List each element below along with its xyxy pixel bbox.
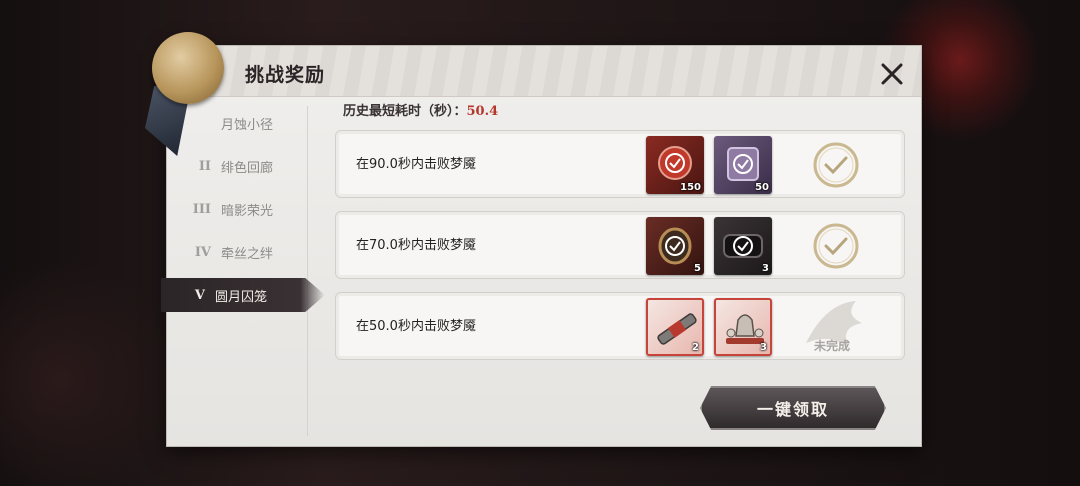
challenge-label: 在50.0秒内击败梦魇 (356, 319, 476, 334)
sidebar-item-stage-4[interactable]: IV 牵丝之绊 (167, 235, 307, 269)
challenge-row: 在70.0秒内击败梦魇 5 3 (335, 211, 905, 279)
reward-item[interactable]: 150 (646, 136, 704, 194)
sidebar-item-stage-5[interactable]: V 圆月囚笼 (161, 278, 325, 312)
stage-label: 牵丝之绊 (221, 246, 274, 262)
reward-count: 150 (680, 182, 701, 193)
reward-count: 3 (762, 263, 769, 274)
stage-sidebar: 月蚀小径 II 绯色回廊 III 暗影荣光 IV 牵丝之绊 V 圆月囚笼 (161, 106, 325, 436)
reward-count: 5 (694, 263, 701, 274)
stage-label: 月蚀小径 (221, 117, 274, 133)
stage-number: II (198, 158, 211, 174)
wax-seal-icon (152, 32, 224, 104)
reward-item[interactable]: 3 (714, 217, 772, 275)
dialog-header: 挑战奖励 (145, 32, 921, 156)
challenge-label: 在90.0秒内击败梦魇 (356, 157, 476, 172)
stage-label: 暗影荣光 (221, 203, 274, 219)
stage-number: V (194, 287, 205, 303)
challenge-row: 在50.0秒内击败梦魇 2 3 未完成 (335, 292, 905, 360)
status-text: 未完成 (814, 339, 851, 353)
sidebar-item-stage-2[interactable]: II 绯色回廊 (167, 149, 307, 183)
stage-number: III (192, 201, 211, 217)
reward-item[interactable]: 3 (714, 298, 772, 356)
stage-label: 绯色回廊 (221, 160, 274, 176)
reward-count: 3 (760, 342, 767, 353)
stage-label: 圆月囚笼 (215, 289, 268, 305)
challenge-label: 在70.0秒内击败梦魇 (356, 238, 476, 253)
sidebar-item-stage-3[interactable]: III 暗影荣光 (167, 192, 307, 226)
challenge-rewards-dialog: 挑战奖励 月蚀小径 II 绯色回廊 III 暗影荣光 IV 牵丝之绊 V 圆月囚… (145, 32, 921, 446)
best-time-label: 历史最短耗时（秒）： (343, 104, 467, 119)
best-time-value: 50.4 (466, 104, 499, 119)
reward-item[interactable]: 2 (646, 298, 704, 356)
stage-number: IV (194, 244, 211, 260)
reward-count: 50 (755, 182, 769, 193)
best-time: 历史最短耗时（秒）：50.4 (343, 100, 498, 119)
reward-item[interactable]: 50 (714, 136, 772, 194)
sidebar-item-stage-1[interactable]: 月蚀小径 (167, 106, 307, 140)
claimed-check-icon (813, 223, 859, 269)
claimed-check-icon (813, 142, 859, 188)
collect-all-button[interactable]: 一键领取 (700, 386, 886, 430)
close-button[interactable] (876, 58, 908, 90)
challenge-row: 在90.0秒内击败梦魇 150 50 (335, 130, 905, 198)
reward-count: 2 (692, 342, 699, 353)
reward-item[interactable]: 5 (646, 217, 704, 275)
dialog-title: 挑战奖励 (245, 64, 326, 86)
close-icon (881, 63, 903, 85)
